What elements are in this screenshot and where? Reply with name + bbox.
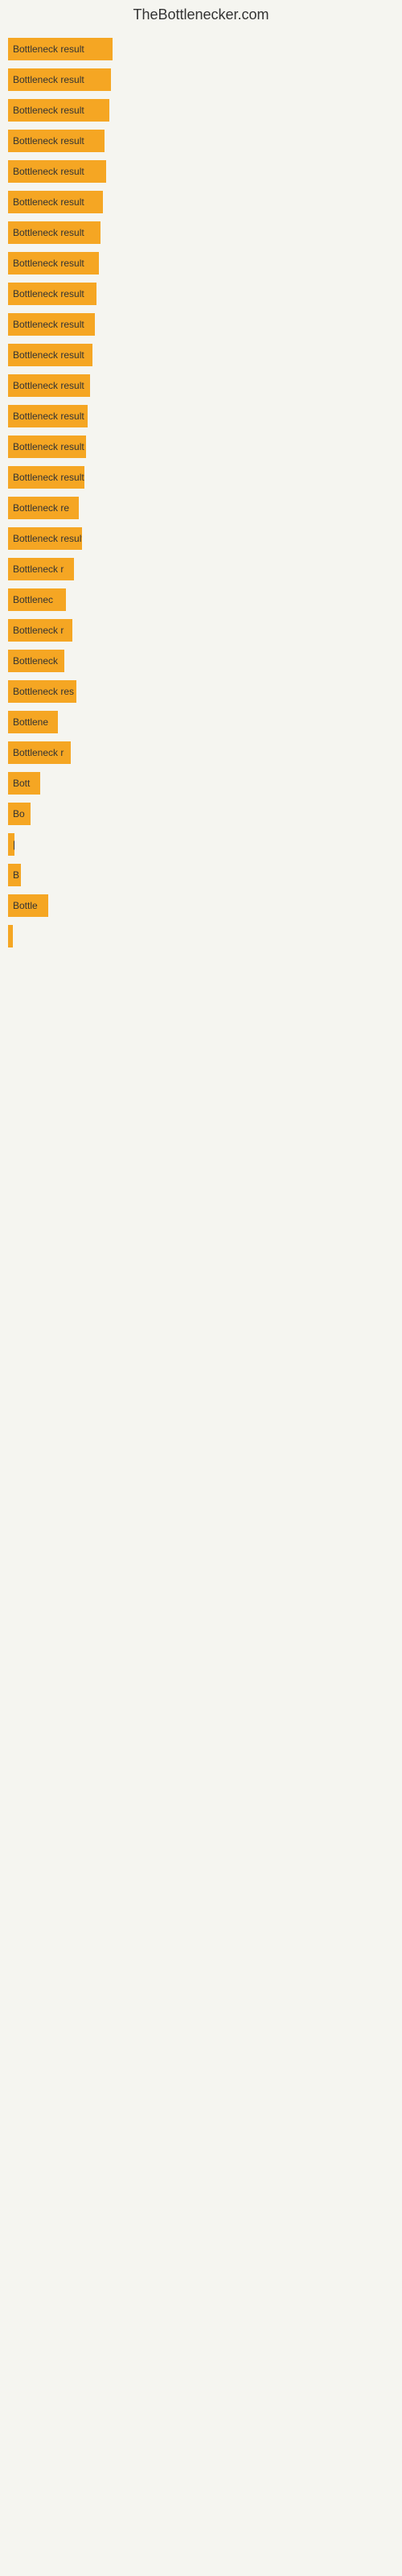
bottleneck-bar: Bottle <box>8 894 48 917</box>
bottleneck-bar: Bottleneck result <box>8 527 82 550</box>
bottleneck-bar: Bottlenec <box>8 588 66 611</box>
bottleneck-bar: Bottleneck r <box>8 558 74 580</box>
bottleneck-bar: Bottleneck result <box>8 405 88 427</box>
bar-row: Bottleneck result <box>8 35 402 64</box>
bottleneck-bar: Bottleneck result <box>8 313 95 336</box>
bottleneck-bar: Bottleneck r <box>8 619 72 642</box>
bottleneck-bar: Bottleneck result <box>8 38 113 60</box>
bottleneck-bar: B <box>8 864 21 886</box>
bar-row: Bottleneck result <box>8 279 402 308</box>
bar-row: Bottlene <box>8 708 402 737</box>
bottleneck-bar: Bottleneck result <box>8 283 96 305</box>
bar-row: Bottleneck <box>8 646 402 675</box>
bar-row: Bottleneck r <box>8 738 402 767</box>
bar-row: Bottleneck result <box>8 524 402 553</box>
bottleneck-bar: Bottleneck result <box>8 68 111 91</box>
bar-row: Bottleneck result <box>8 188 402 217</box>
bar-row: Bottleneck res <box>8 677 402 706</box>
bottleneck-bar: Bottleneck result <box>8 344 92 366</box>
bar-row: | <box>8 922 402 951</box>
bottleneck-bar: Bott <box>8 772 40 795</box>
bars-container: Bottleneck result Bottleneck result Bottle… <box>0 27 402 960</box>
bottleneck-bar: Bottleneck result <box>8 160 106 183</box>
bottleneck-bar: Bottleneck result <box>8 374 90 397</box>
bar-row: Bottleneck result <box>8 218 402 247</box>
bottleneck-bar: Bottleneck r <box>8 741 71 764</box>
bar-row: Bottleneck result <box>8 432 402 461</box>
bottleneck-bar: Bottleneck result <box>8 252 99 275</box>
bottleneck-bar: Bottlene <box>8 711 58 733</box>
bar-row: Bottleneck result <box>8 157 402 186</box>
bar-row: Bottlenec <box>8 585 402 614</box>
bar-row: Bottleneck r <box>8 616 402 645</box>
bottleneck-bar: | <box>8 833 14 856</box>
bottleneck-bar: Bottleneck result <box>8 130 105 152</box>
bar-row: Bottleneck result <box>8 310 402 339</box>
bar-row: | <box>8 830 402 859</box>
bar-row: Bottleneck result <box>8 371 402 400</box>
bar-row: Bottleneck result <box>8 402 402 431</box>
bottleneck-bar: Bottleneck result <box>8 466 84 489</box>
site-title: TheBottlenecker.com <box>0 0 402 27</box>
bottleneck-bar: Bottleneck result <box>8 436 86 458</box>
bottleneck-bar: Bottleneck result <box>8 99 109 122</box>
bottleneck-bar: Bottleneck re <box>8 497 79 519</box>
bar-row: Bottleneck re <box>8 493 402 522</box>
bottleneck-bar: | <box>8 925 13 947</box>
bar-row: Bott <box>8 769 402 798</box>
bar-row: Bo <box>8 799 402 828</box>
bar-row: Bottle <box>8 891 402 920</box>
bar-row: Bottleneck result <box>8 463 402 492</box>
bar-row: Bottleneck r <box>8 555 402 584</box>
bar-row: B <box>8 861 402 890</box>
bar-row: Bottleneck result <box>8 341 402 369</box>
bottleneck-bar: Bottleneck res <box>8 680 76 703</box>
bar-row: Bottleneck result <box>8 96 402 125</box>
bottleneck-bar: Bottleneck result <box>8 191 103 213</box>
bottleneck-bar: Bottleneck result <box>8 221 100 244</box>
bar-row: Bottleneck result <box>8 249 402 278</box>
bar-row: Bottleneck result <box>8 126 402 155</box>
bar-row: Bottleneck result <box>8 65 402 94</box>
bottleneck-bar: Bo <box>8 803 31 825</box>
bottleneck-bar: Bottleneck <box>8 650 64 672</box>
